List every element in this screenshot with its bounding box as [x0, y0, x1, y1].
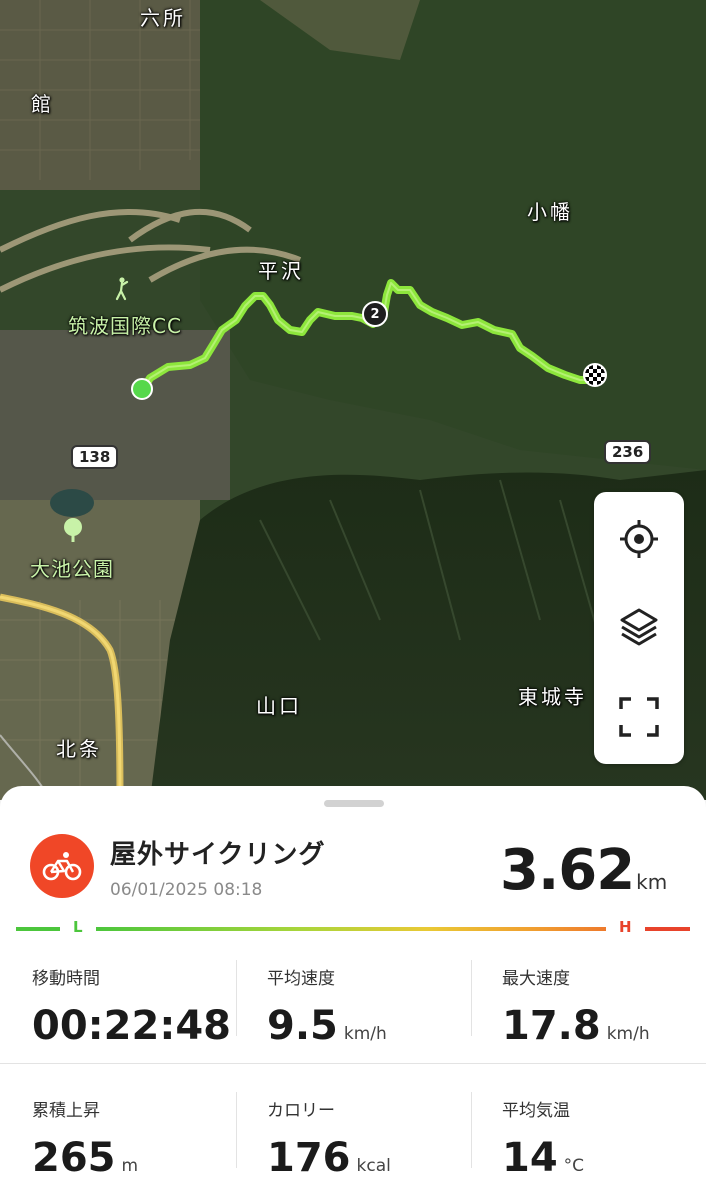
total-distance: 3.62 km	[500, 838, 667, 903]
place-label: 小幡	[527, 200, 573, 224]
map-layers-button[interactable]	[614, 602, 664, 652]
stat-value: 265 m	[32, 1135, 139, 1181]
divider	[236, 960, 237, 1036]
fullscreen-icon	[619, 697, 659, 737]
divider	[471, 1092, 472, 1168]
place-label: 六所	[140, 6, 186, 30]
stat-label: 移動時間	[32, 969, 100, 989]
stat-calories: カロリー 176 kcal	[267, 1096, 467, 1181]
fullscreen-button[interactable]	[614, 692, 664, 742]
intensity-scale: L H	[0, 916, 706, 942]
locate-button[interactable]	[614, 514, 664, 564]
golf-icon	[113, 277, 131, 301]
stat-max-speed: 最大速度 17.8 km/h	[502, 964, 702, 1049]
route-finish-flag-icon	[583, 363, 607, 387]
intensity-high-label: H	[619, 918, 632, 936]
intensity-high-segment	[645, 927, 690, 931]
place-label: 東城寺	[518, 685, 587, 709]
stat-label: カロリー	[267, 1101, 335, 1121]
park-icon	[62, 517, 84, 543]
activity-datetime: 06/01/2025 08:18	[110, 880, 263, 900]
place-label: 筑波国際CC	[68, 314, 182, 338]
route-waypoint-marker[interactable]: 2	[362, 301, 388, 327]
locate-icon	[620, 520, 658, 558]
route-start-marker	[131, 378, 153, 400]
stat-value: 00:22:48	[32, 1003, 231, 1049]
distance-unit: km	[636, 870, 668, 894]
stat-elevation-gain: 累積上昇 265 m	[32, 1096, 232, 1181]
layers-icon	[620, 608, 658, 646]
place-label: 大池公園	[30, 557, 114, 581]
bicycle-icon	[42, 852, 82, 881]
road-number-badge: 236	[604, 440, 652, 464]
stat-value: 176 kcal	[267, 1135, 391, 1181]
activity-title: 屋外サイクリング	[110, 840, 326, 870]
stat-avg-speed: 平均速度 9.5 km/h	[267, 964, 467, 1049]
divider	[236, 1092, 237, 1168]
map-controls	[594, 492, 684, 764]
stat-value: 9.5 km/h	[267, 1003, 387, 1049]
divider	[0, 1063, 706, 1064]
activity-summary-panel: 屋外サイクリング 06/01/2025 08:18 3.62 km L H 移動時…	[0, 786, 706, 1200]
place-label: 北条	[56, 737, 102, 761]
divider	[471, 960, 472, 1036]
stat-label: 累積上昇	[32, 1101, 100, 1121]
stat-moving-time: 移動時間 00:22:48	[32, 964, 232, 1049]
satellite-map[interactable]: 2 六所 館 小幡 平沢 筑波国際CC 大池公園 山口 東城寺 北条 138 2…	[0, 0, 706, 800]
stat-value: 14 °C	[502, 1135, 585, 1181]
intensity-low-segment	[16, 927, 60, 931]
stat-label: 最大速度	[502, 969, 570, 989]
intensity-low-label: L	[73, 918, 83, 936]
stat-value: 17.8 km/h	[502, 1003, 650, 1049]
stat-label: 平均気温	[502, 1101, 570, 1121]
activity-type-badge	[30, 834, 94, 898]
drag-handle[interactable]	[324, 800, 384, 807]
stat-avg-temperature: 平均気温 14 °C	[502, 1096, 702, 1181]
place-label: 平沢	[258, 259, 304, 283]
intensity-gradient-bar	[96, 927, 606, 931]
distance-value: 3.62	[500, 838, 635, 903]
place-label: 山口	[256, 694, 302, 718]
place-label: 館	[31, 92, 54, 116]
stat-label: 平均速度	[267, 969, 335, 989]
road-number-badge: 138	[71, 445, 119, 469]
